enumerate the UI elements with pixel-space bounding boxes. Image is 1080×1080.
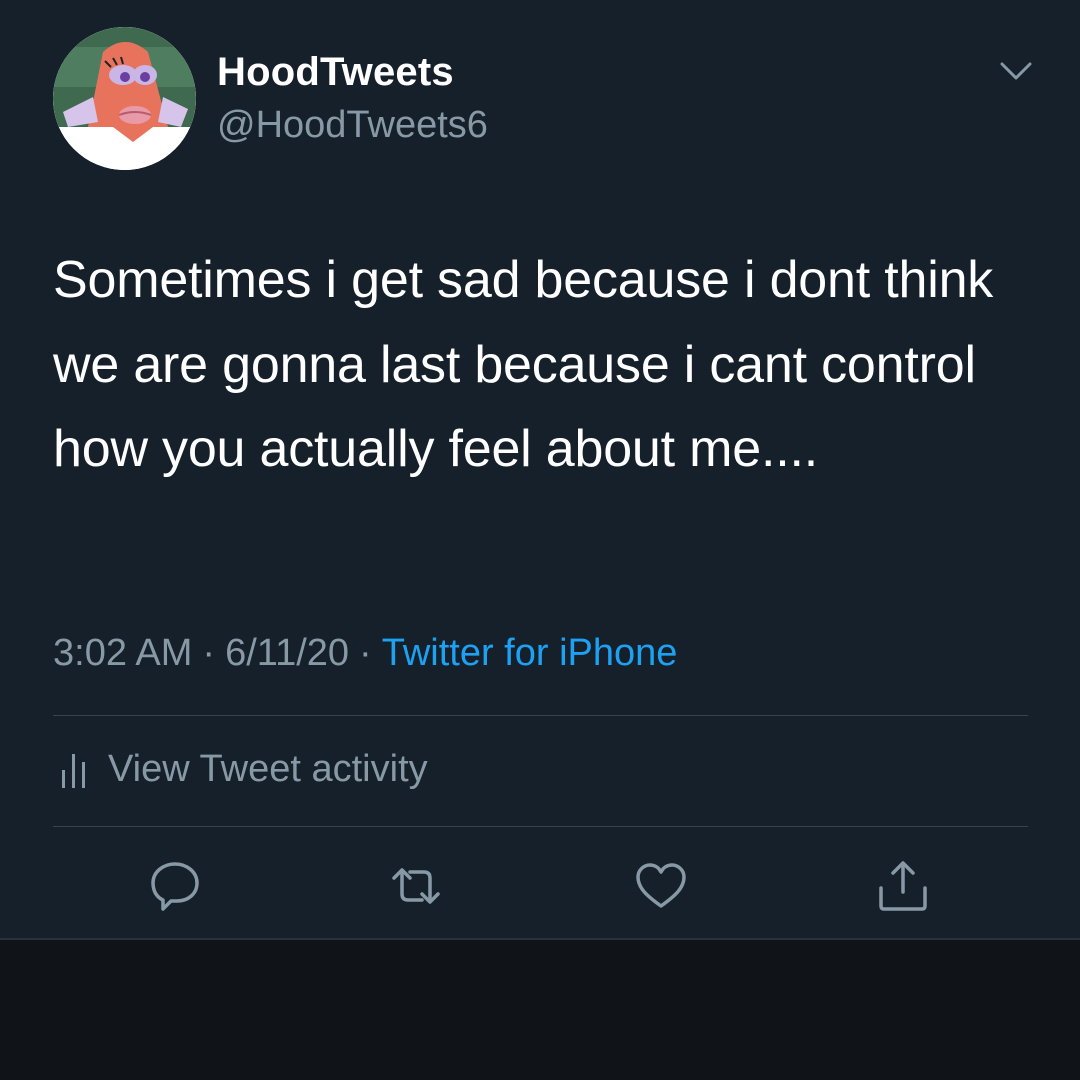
divider <box>53 715 1028 716</box>
user-handle[interactable]: @HoodTweets6 <box>217 104 488 147</box>
display-name[interactable]: HoodTweets <box>217 50 454 95</box>
tweet-source-link[interactable]: Twitter for iPhone <box>382 632 678 674</box>
meta-separator: · <box>359 632 372 674</box>
reply-icon[interactable] <box>147 858 203 914</box>
tweet-text: Sometimes i get sad because i dont think… <box>53 251 994 479</box>
retweet-icon[interactable] <box>388 858 444 914</box>
divider <box>53 826 1028 827</box>
view-tweet-activity-label: View Tweet activity <box>108 748 428 790</box>
bar-chart-icon <box>62 753 85 788</box>
tweet-meta: 3:02 AM · 6/11/20 · Twitter for iPhone <box>53 632 677 675</box>
meta-separator: · <box>202 632 216 674</box>
view-tweet-activity-link[interactable]: View Tweet activity <box>58 748 428 791</box>
avatar-image <box>53 27 196 170</box>
heart-icon[interactable] <box>633 858 689 914</box>
bottom-area <box>0 938 1080 1080</box>
chevron-down-icon[interactable] <box>996 56 1036 88</box>
share-icon[interactable] <box>875 858 931 914</box>
tweet-card: HoodTweets @HoodTweets6 Sometimes i get … <box>0 0 1080 938</box>
avatar[interactable] <box>53 27 196 170</box>
tweet-time: 3:02 AM <box>53 632 193 674</box>
tweet-date: 6/11/20 <box>225 632 350 674</box>
